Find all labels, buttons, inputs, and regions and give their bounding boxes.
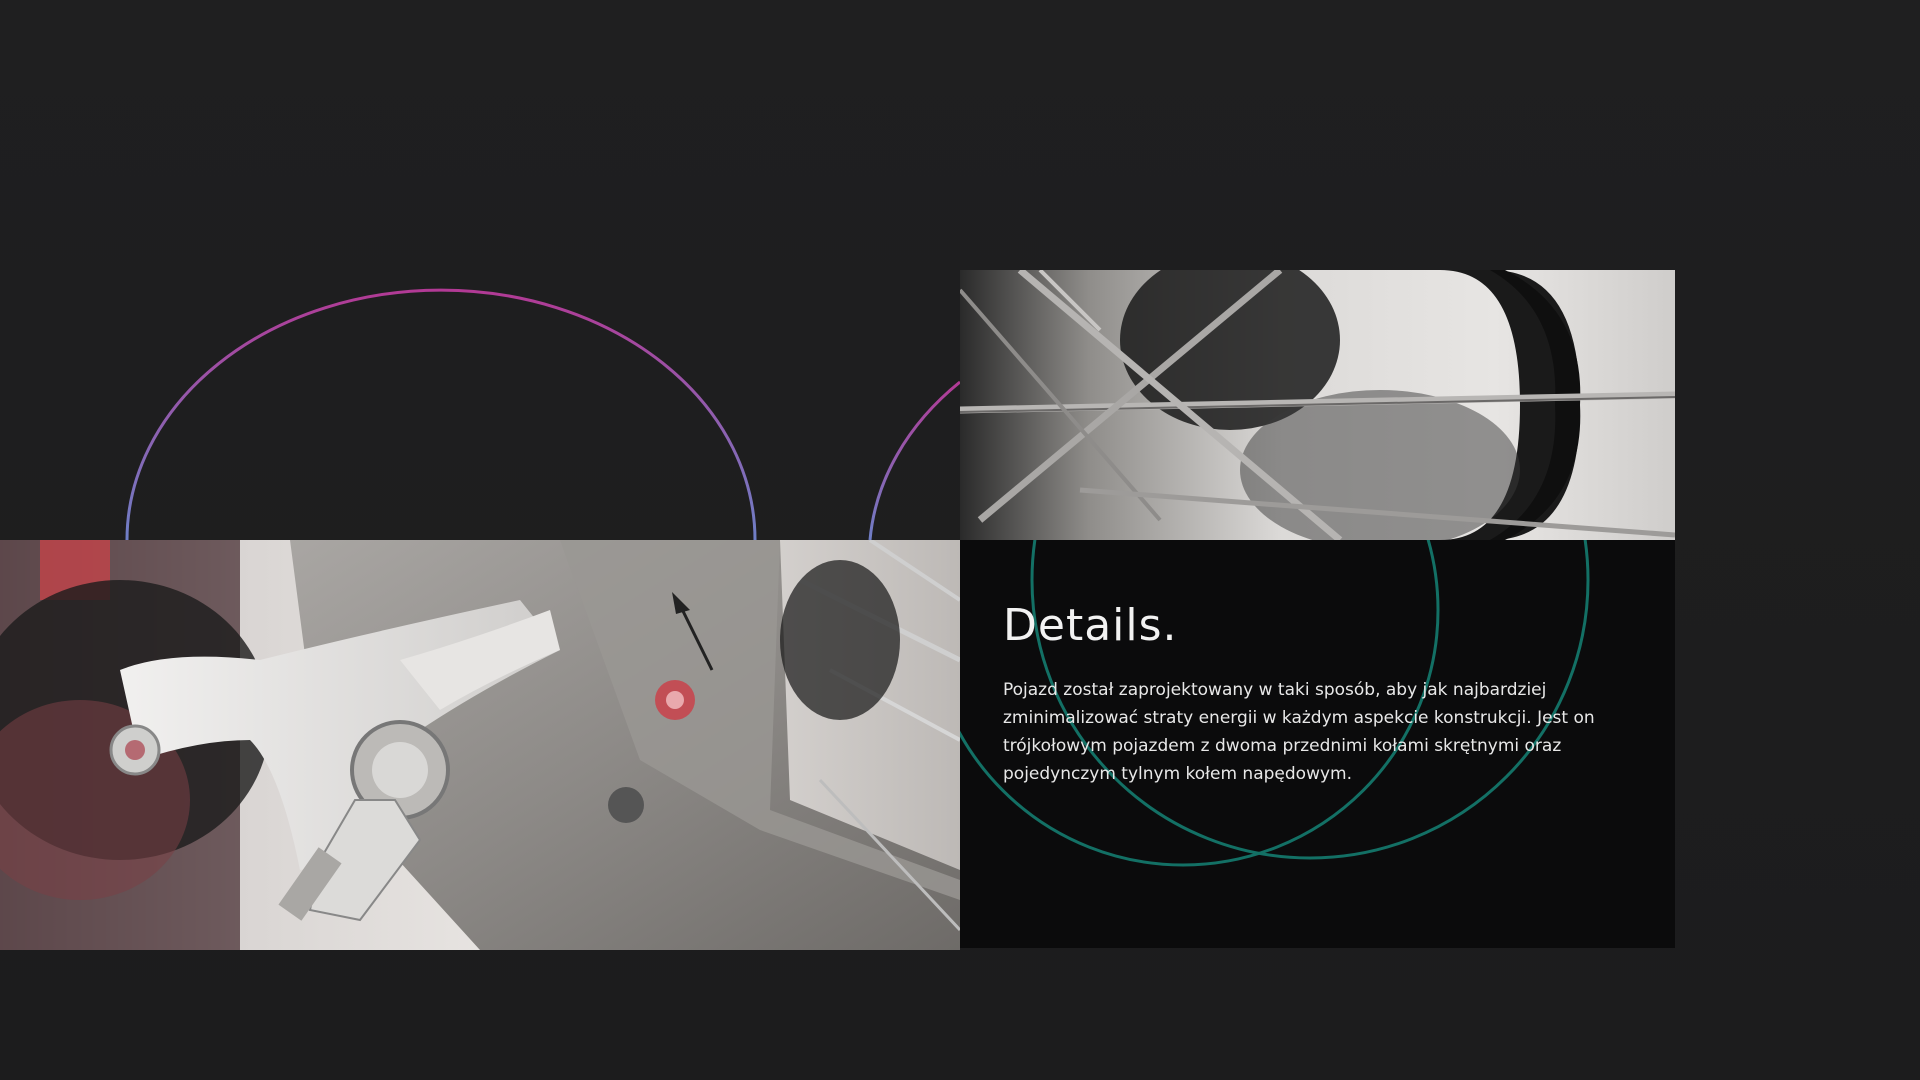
details-panel: Details. Pojazd został zaprojektowany w … bbox=[960, 540, 1675, 948]
purple-arc-right bbox=[868, 380, 961, 541]
details-title: Details. bbox=[1003, 600, 1178, 651]
details-description: Pojazd został zaprojektowany w taki spos… bbox=[1003, 680, 1595, 784]
wheel-spokes-photo bbox=[960, 270, 1675, 540]
brake-caliper-photo bbox=[0, 540, 960, 950]
purple-arc-left bbox=[125, 288, 757, 541]
